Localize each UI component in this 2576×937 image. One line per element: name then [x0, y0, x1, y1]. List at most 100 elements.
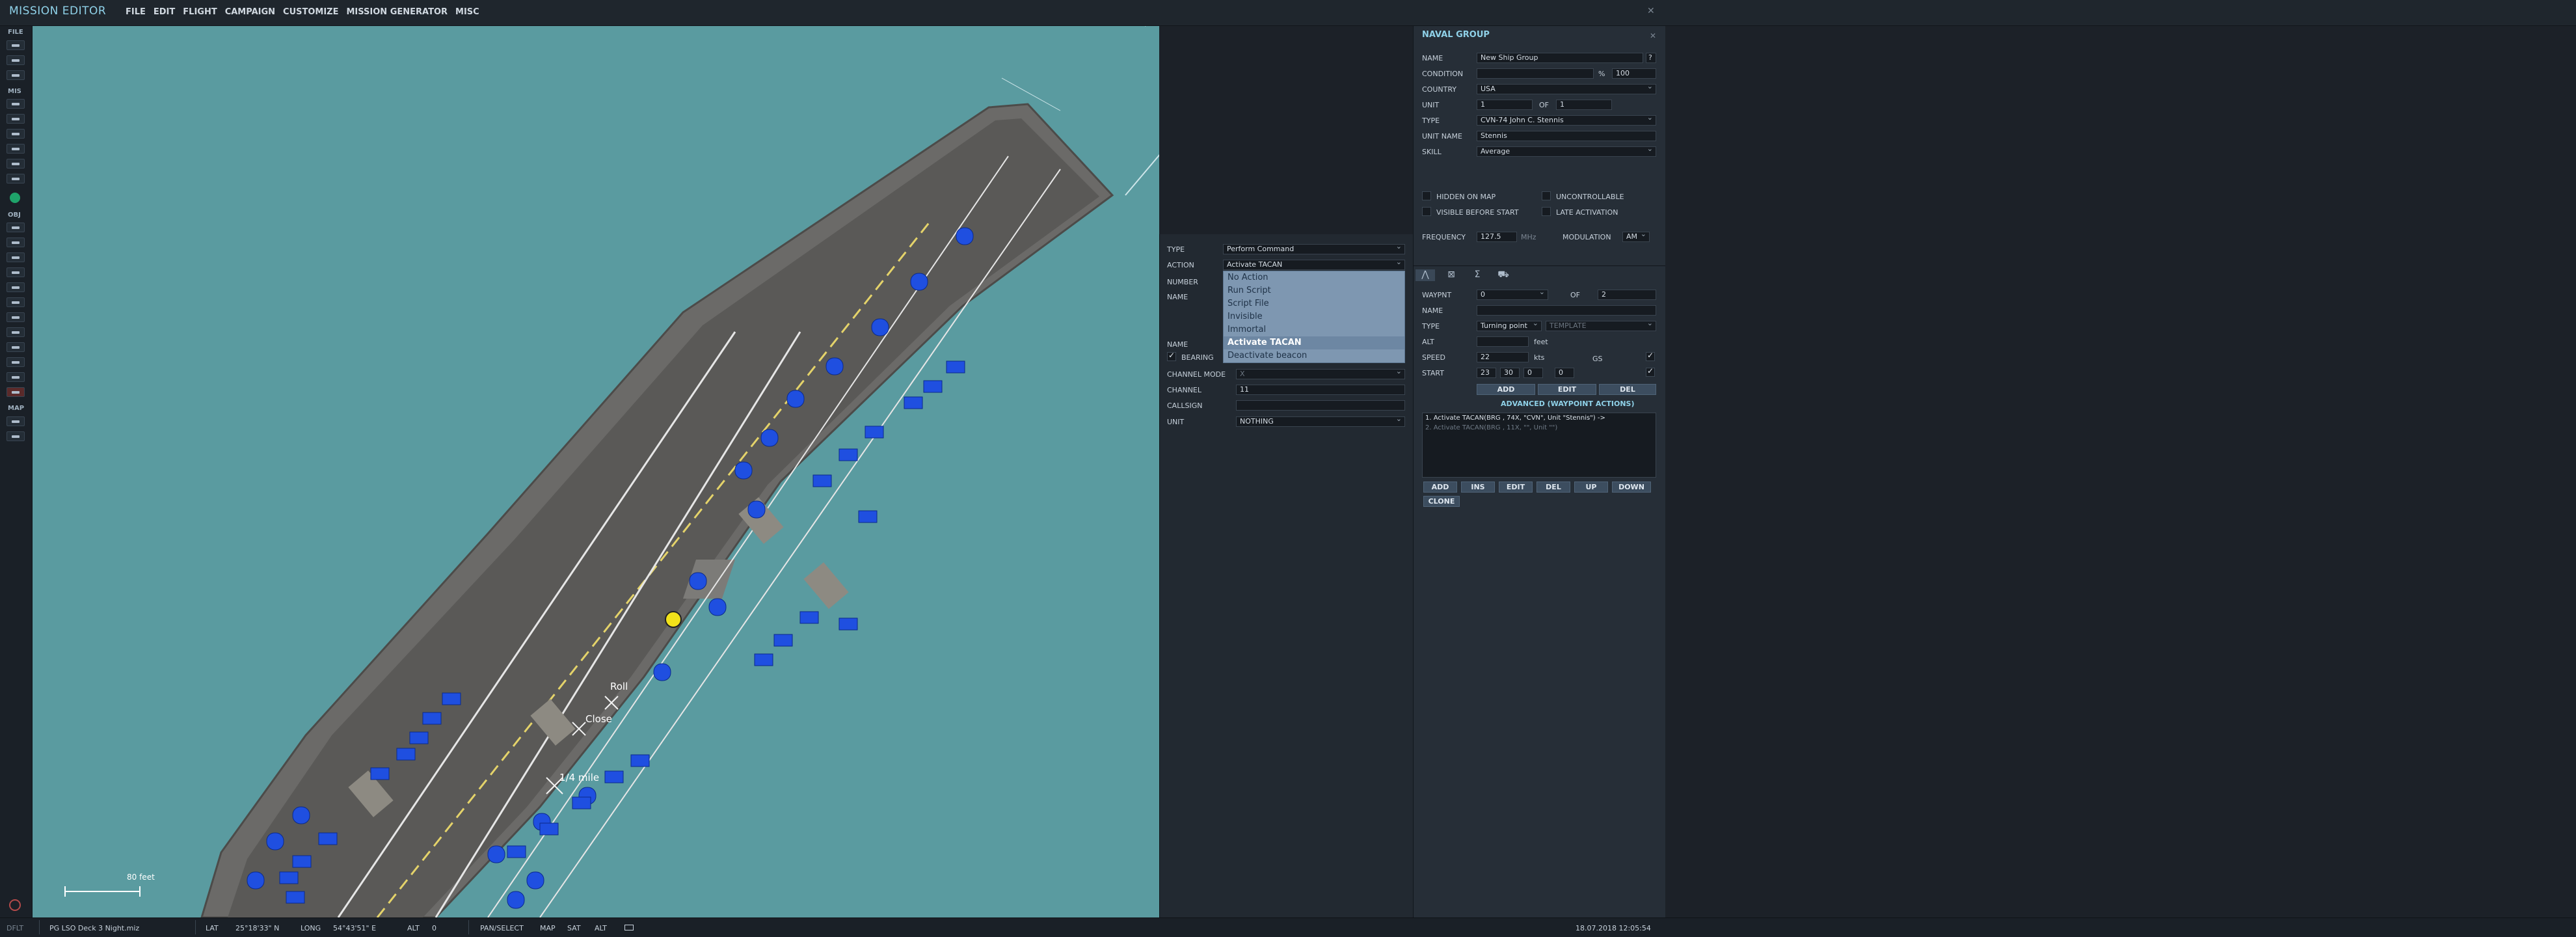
action-option-no-action[interactable]: No Action [1224, 271, 1404, 284]
open-mission-icon[interactable] [7, 55, 25, 65]
red-marker-icon[interactable] [7, 387, 25, 397]
action-option-activate-tacan[interactable]: Activate TACAN [1224, 336, 1404, 349]
alt-mode-button[interactable]: ALT [595, 924, 607, 932]
condition-bar[interactable] [1477, 68, 1594, 79]
action-select[interactable]: Activate TACAN [1223, 260, 1405, 270]
visible-before-start-checkbox[interactable] [1422, 207, 1431, 216]
condition-input[interactable]: 100 [1612, 68, 1656, 79]
action-add-button[interactable]: ADD [1423, 482, 1457, 493]
wp-action-item[interactable]: 1. Activate TACAN(BRG , 74X, "CVN", Unit… [1423, 413, 1656, 423]
type-select[interactable]: CVN-74 John C. Stennis [1477, 115, 1656, 126]
payload-tab-icon[interactable]: ⊠ [1442, 269, 1461, 281]
goals-icon[interactable] [7, 99, 25, 109]
wp-start-day[interactable]: 0 [1555, 368, 1574, 378]
action-option-script-file[interactable]: Script File [1224, 297, 1404, 310]
ground-unit-icon[interactable] [7, 252, 25, 262]
group-name-input[interactable]: New Ship Group [1477, 53, 1643, 63]
uncontrollable-checkbox[interactable] [1542, 191, 1551, 200]
bullseye-icon[interactable] [7, 342, 25, 352]
unit-number-stepper[interactable]: 1 [1477, 100, 1533, 110]
camera-icon[interactable] [624, 925, 634, 930]
channel-mode-select[interactable]: X [1236, 369, 1405, 379]
helicopter-icon[interactable] [7, 238, 25, 247]
trigger-zone-icon[interactable] [7, 312, 25, 322]
action-down-button[interactable]: DOWN [1612, 482, 1651, 493]
menu-customize[interactable]: CUSTOMIZE [283, 7, 338, 17]
exit-icon[interactable] [9, 899, 21, 911]
pan-select-button[interactable]: PAN/SELECT [480, 924, 524, 932]
wp-start-minutes[interactable]: 30 [1500, 368, 1520, 378]
wp-start-seconds[interactable]: 0 [1523, 368, 1543, 378]
menu-flight[interactable]: FLIGHT [183, 7, 217, 17]
help-button[interactable]: ? [1646, 53, 1656, 63]
wp-template-select[interactable]: TEMPLATE [1546, 321, 1656, 331]
bearing-checkbox[interactable] [1167, 351, 1176, 361]
menu-file[interactable]: FILE [126, 7, 146, 17]
hidden-on-map-checkbox[interactable] [1422, 191, 1431, 200]
menu-campaign[interactable]: CAMPAIGN [225, 7, 275, 17]
wp-add-button[interactable]: ADD [1477, 384, 1535, 395]
action-type-select[interactable]: Perform Command [1223, 244, 1405, 254]
action-option-invisible[interactable]: Invisible [1224, 310, 1404, 323]
action-clone-button[interactable]: CLONE [1423, 496, 1460, 507]
action-option-deactivate-beacon[interactable]: Deactivate beacon [1224, 349, 1404, 362]
frequency-input[interactable]: 127.5 [1477, 232, 1517, 242]
summary-tab-icon[interactable]: Σ [1468, 269, 1487, 281]
route-tab-icon[interactable]: ⋀ [1415, 269, 1435, 281]
map-view[interactable]: Roll Close 1/4 mile 80 feet [33, 26, 1159, 917]
action-del-button[interactable]: DEL [1536, 482, 1570, 493]
green-globe-icon[interactable] [10, 193, 20, 203]
new-mission-icon[interactable] [7, 40, 25, 50]
layers-icon[interactable] [7, 372, 25, 382]
unit-select[interactable]: NOTHING [1236, 416, 1405, 427]
map-measure-icon[interactable] [7, 431, 25, 441]
wp-speed-lock-checkbox[interactable] [1646, 351, 1655, 361]
close-icon[interactable]: ✕ [1647, 6, 1655, 16]
callsign-input[interactable] [1236, 400, 1405, 411]
action-up-button[interactable]: UP [1574, 482, 1608, 493]
save-mission-icon[interactable] [7, 70, 25, 80]
late-activation-checkbox[interactable] [1542, 207, 1551, 216]
map-mode-button[interactable]: MAP [540, 924, 556, 932]
panel-close-icon[interactable]: ✕ [1650, 31, 1656, 40]
menu-misc[interactable]: MISC [455, 7, 479, 17]
mode-select[interactable]: DFLT [7, 924, 23, 932]
unit-of-stepper[interactable]: 1 [1556, 100, 1612, 110]
template-icon[interactable] [7, 297, 25, 307]
action-dropdown-list[interactable]: No Action Run Script Script File Invisib… [1223, 271, 1405, 363]
action-option-run-script[interactable]: Run Script [1224, 284, 1404, 297]
wp-type-select[interactable]: Turning point [1477, 321, 1542, 331]
menu-mission-generator[interactable]: MISSION GENERATOR [347, 7, 448, 17]
action-ins-button[interactable]: INS [1461, 482, 1495, 493]
channel-input[interactable]: 11 [1236, 385, 1405, 395]
wp-start-lock-checkbox[interactable] [1646, 366, 1655, 377]
ruler-icon[interactable] [7, 357, 25, 367]
sat-mode-button[interactable]: SAT [567, 924, 581, 932]
weather-icon[interactable] [7, 144, 25, 154]
vehicle-tab-icon[interactable]: ⛟ [1494, 269, 1513, 281]
action-option-immortal[interactable]: Immortal [1224, 323, 1404, 336]
action-edit-button[interactable]: EDIT [1499, 482, 1533, 493]
waypoint-select[interactable]: 0 [1477, 290, 1548, 300]
options-icon[interactable] [7, 159, 25, 169]
skill-select[interactable]: Average [1477, 146, 1656, 157]
nav-point-icon[interactable] [7, 327, 25, 337]
airplane-icon[interactable] [7, 223, 25, 232]
wp-start-hours[interactable]: 23 [1477, 368, 1496, 378]
wp-del-button[interactable]: DEL [1599, 384, 1656, 395]
wp-alt-input[interactable] [1477, 336, 1529, 347]
wp-speed-input[interactable]: 22 [1477, 352, 1529, 362]
waypoint-actions-list[interactable]: 1. Activate TACAN(BRG , 74X, "CVN", Unit… [1422, 413, 1656, 478]
wp-name-input[interactable] [1477, 305, 1656, 316]
wp-action-item[interactable]: 2. Activate TACAN(BRG , 11X, "", Unit ""… [1423, 423, 1656, 433]
menu-edit[interactable]: EDIT [154, 7, 175, 17]
map-zoom-icon[interactable] [7, 416, 25, 426]
country-select[interactable]: USA [1477, 84, 1656, 94]
briefing-icon[interactable] [7, 129, 25, 139]
wp-edit-button[interactable]: EDIT [1538, 384, 1596, 395]
triggers-icon[interactable] [7, 114, 25, 124]
ship-icon[interactable] [7, 267, 25, 277]
static-object-icon[interactable] [7, 282, 25, 292]
unit-name-input[interactable]: Stennis [1477, 131, 1656, 141]
modulation-select[interactable]: AM [1622, 232, 1650, 242]
